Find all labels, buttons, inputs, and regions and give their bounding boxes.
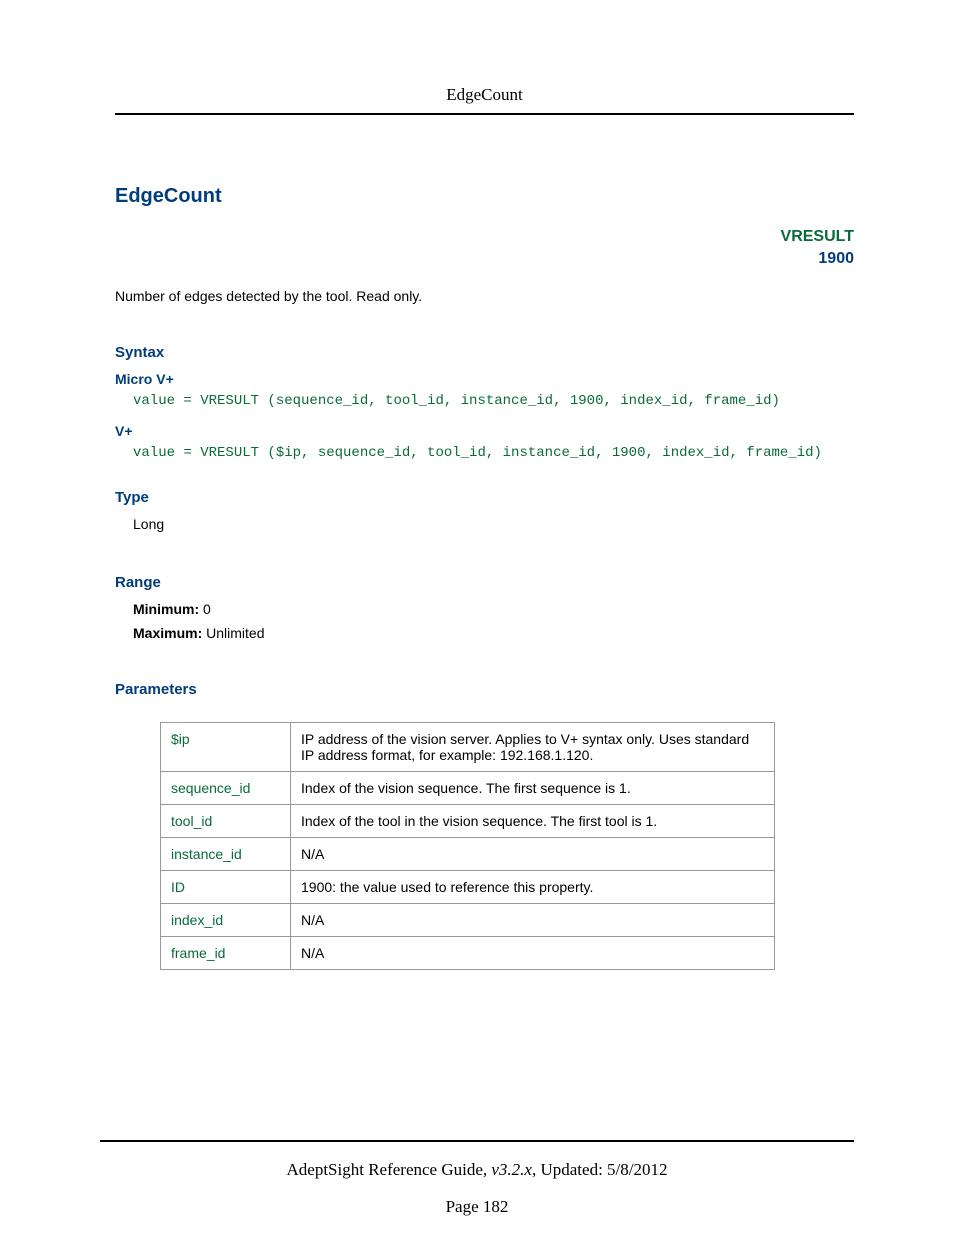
table-row: ID1900: the value used to reference this…	[161, 871, 775, 904]
footer-guide: AdeptSight Reference Guide	[287, 1160, 483, 1179]
type-value: Long	[115, 516, 854, 532]
footer-version: , v3.2.x	[483, 1160, 532, 1179]
description-text: Number of edges detected by the tool. Re…	[115, 288, 854, 304]
header-title: EdgeCount	[115, 85, 854, 115]
param-desc-cell: Index of the vision sequence. The first …	[291, 772, 775, 805]
range-heading: Range	[115, 574, 854, 591]
type-heading: Type	[115, 489, 854, 506]
range-max-label: Maximum:	[133, 625, 202, 641]
range-min-value: 0	[199, 601, 211, 617]
param-desc-cell: N/A	[291, 838, 775, 871]
param-name-cell: index_id	[161, 904, 291, 937]
table-row: $ipIP address of the vision server. Appl…	[161, 723, 775, 772]
table-row: frame_idN/A	[161, 937, 775, 970]
table-row: instance_idN/A	[161, 838, 775, 871]
range-max: Maximum: Unlimited	[115, 625, 854, 641]
range-max-value: Unlimited	[202, 625, 264, 641]
vplus-heading: V+	[115, 423, 854, 439]
param-name-cell: $ip	[161, 723, 291, 772]
syntax-heading: Syntax	[115, 344, 854, 361]
parameters-table: $ipIP address of the vision server. Appl…	[160, 722, 775, 970]
micro-vplus-heading: Micro V+	[115, 371, 854, 387]
param-desc-cell: N/A	[291, 904, 775, 937]
badge-number: 1900	[115, 250, 854, 268]
vplus-code: value = VRESULT ($ip, sequence_id, tool_…	[115, 445, 854, 461]
param-name-cell: instance_id	[161, 838, 291, 871]
badge-block: VRESULT 1900	[115, 228, 854, 268]
badge-type: VRESULT	[115, 228, 854, 246]
page-number: Page 182	[0, 1197, 954, 1217]
range-min-label: Minimum:	[133, 601, 199, 617]
param-desc-cell: N/A	[291, 937, 775, 970]
footer: AdeptSight Reference Guide, v3.2.x, Upda…	[100, 1140, 854, 1180]
parameters-heading: Parameters	[115, 681, 854, 698]
param-name-cell: sequence_id	[161, 772, 291, 805]
param-name-cell: frame_id	[161, 937, 291, 970]
table-row: tool_idIndex of the tool in the vision s…	[161, 805, 775, 838]
table-row: index_idN/A	[161, 904, 775, 937]
param-desc-cell: 1900: the value used to reference this p…	[291, 871, 775, 904]
param-desc-cell: IP address of the vision server. Applies…	[291, 723, 775, 772]
range-min: Minimum: 0	[115, 601, 854, 617]
micro-vplus-code: value = VRESULT (sequence_id, tool_id, i…	[115, 393, 854, 409]
param-desc-cell: Index of the tool in the vision sequence…	[291, 805, 775, 838]
param-name-cell: ID	[161, 871, 291, 904]
footer-updated: , Updated: 5/8/2012	[532, 1160, 668, 1179]
param-name-cell: tool_id	[161, 805, 291, 838]
table-row: sequence_idIndex of the vision sequence.…	[161, 772, 775, 805]
page-title: EdgeCount	[115, 185, 222, 208]
